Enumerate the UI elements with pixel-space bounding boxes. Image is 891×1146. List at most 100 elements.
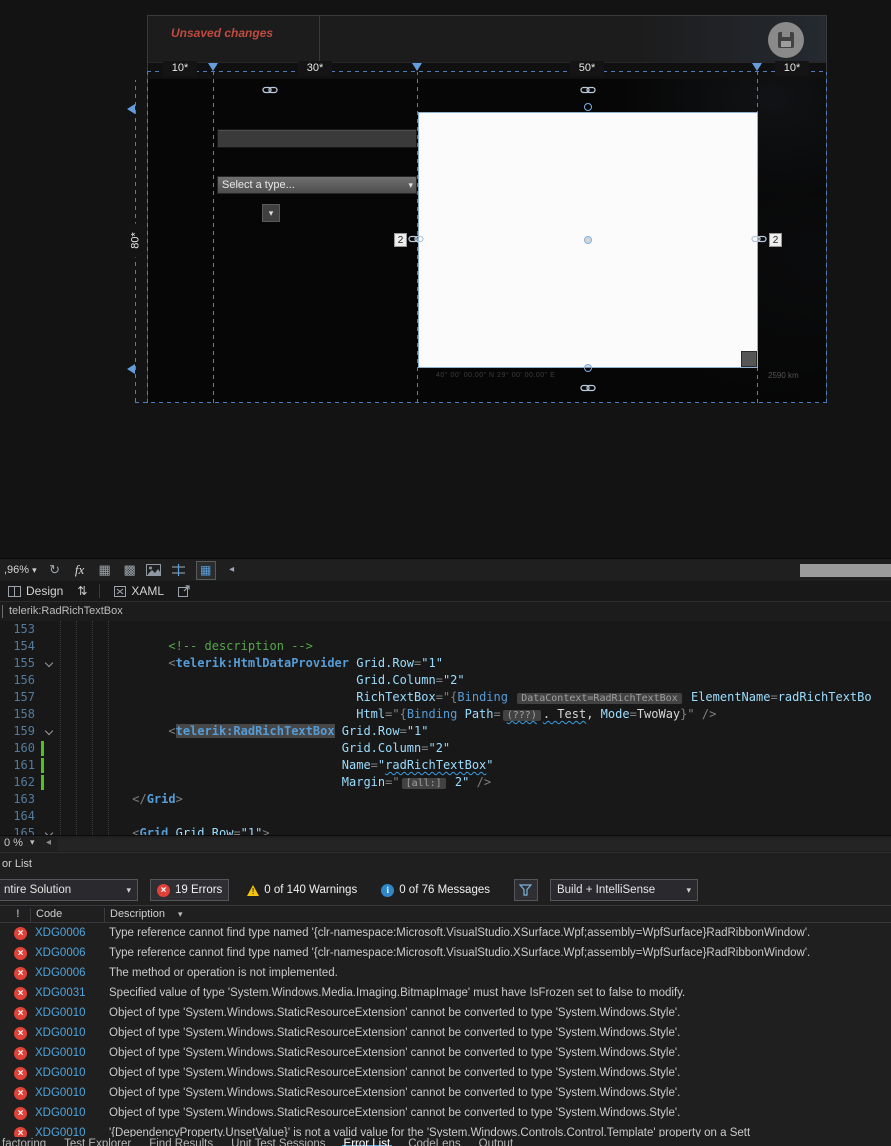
error-code[interactable]: XDG0010 <box>35 1047 97 1059</box>
panel-tab-output[interactable]: Output <box>477 1137 516 1146</box>
anchor-icon[interactable] <box>262 84 278 96</box>
filter-button[interactable] <box>513 879 538 901</box>
code-line[interactable]: 161 Name="radRichTextBox" <box>0 757 891 774</box>
code-line[interactable]: 156 Grid.Column="2" <box>0 672 891 689</box>
column-size-label[interactable]: 50* <box>570 61 604 76</box>
code-line[interactable]: 163 </Grid> <box>0 791 891 808</box>
chevron-down-icon[interactable]: ▾ <box>30 837 35 848</box>
effects-button[interactable]: fx <box>71 562 89 578</box>
resize-grip[interactable] <box>741 351 757 367</box>
error-row[interactable]: × XDG0010 '{DependencyProperty.UnsetValue}… <box>0 1123 891 1137</box>
code-text[interactable]: Grid.Column="2" <box>56 740 450 757</box>
error-row[interactable]: × XDG0010 Object of type 'System.Windows.S… <box>0 1103 891 1123</box>
code-line[interactable]: 157 RichTextBox="{Binding DataContext=Ra… <box>0 689 891 706</box>
code-text[interactable]: RichTextBox="{Binding DataContext=RadRic… <box>56 689 872 706</box>
snap-to-snaplines-button[interactable]: ▦ <box>195 560 216 580</box>
editor-zoom-value[interactable]: 0 % <box>4 837 23 849</box>
row-size-label[interactable]: 80* <box>128 223 144 258</box>
error-code[interactable]: XDG0010 <box>35 1107 97 1119</box>
snap-grid-icon[interactable]: ▩ <box>121 561 139 579</box>
panel-tab-factoring[interactable]: factoring <box>0 1137 48 1146</box>
code-text[interactable]: <Grid Grid.Row="1"> <box>56 825 269 835</box>
xaml-designer-canvas[interactable]: Unsaved changes 10* 30* 50* 10* 80* Sele… <box>0 0 891 558</box>
design-textbox[interactable] <box>217 129 417 148</box>
error-code[interactable]: XDG0031 <box>35 987 97 999</box>
code-text[interactable]: Grid.Column="2" <box>56 672 464 689</box>
tab-xaml[interactable]: XAML <box>106 581 172 601</box>
row-marker-icon[interactable] <box>127 364 135 374</box>
code-line[interactable]: 160 Grid.Column="2" <box>0 740 891 757</box>
panel-tab-find-results[interactable]: Find Results <box>147 1137 215 1146</box>
panel-tab-test-explorer[interactable]: Test Explorer <box>62 1137 133 1146</box>
breadcrumb-element[interactable]: telerik:RadRichTextBox <box>9 602 123 621</box>
code-line[interactable]: 164 <box>0 808 891 825</box>
margin-badge[interactable]: 2 <box>769 233 782 247</box>
code-line[interactable]: 165 <Grid Grid.Row="1"> <box>0 825 891 835</box>
save-button[interactable] <box>768 22 804 58</box>
artboard-background-icon[interactable] <box>145 564 164 576</box>
error-code[interactable]: XDG0006 <box>35 967 97 979</box>
show-grid-icon[interactable]: ▦ <box>96 561 114 579</box>
zoom-combo[interactable]: ,96% ▾ <box>2 562 39 578</box>
error-row[interactable]: × XDG0010 Object of type 'System.Windows.S… <box>0 1003 891 1023</box>
error-code[interactable]: XDG0010 <box>35 1027 97 1039</box>
resize-handle[interactable] <box>584 236 592 244</box>
refresh-icon[interactable]: ↻ <box>46 561 64 579</box>
code-text[interactable]: Name="radRichTextBox" <box>56 757 494 774</box>
error-code[interactable]: XDG0010 <box>35 1127 97 1137</box>
warnings-filter-button[interactable]: 0 of 140 Warnings <box>241 879 363 901</box>
element-breadcrumb[interactable]: telerik:RadRichTextBox <box>0 602 891 621</box>
code-text[interactable]: Margin=" [all:] 2" /> <box>56 774 491 791</box>
error-row[interactable]: × XDG0006 The method or operation is not i… <box>0 963 891 983</box>
code-text[interactable]: Html="{Binding Path= (???). Test, Mode=Tw… <box>56 706 716 723</box>
swap-panes-icon[interactable]: ⇅ <box>71 584 93 598</box>
code-text[interactable]: <!-- description --> <box>56 638 313 655</box>
code-line[interactable]: 155 <telerik:HtmlDataProvider Grid.Row="… <box>0 655 891 672</box>
resize-handle[interactable] <box>584 364 592 372</box>
anchor-icon[interactable] <box>408 233 424 245</box>
column-size-label[interactable]: 30* <box>298 61 332 76</box>
collapse-chevron-icon[interactable] <box>44 825 56 835</box>
tab-design[interactable]: Design <box>0 581 71 601</box>
error-row[interactable]: × XDG0010 Object of type 'System.Windows.S… <box>0 1043 891 1063</box>
severity-column-header[interactable]: ! <box>16 908 20 920</box>
code-text[interactable]: <telerik:HtmlDataProvider Grid.Row="1" <box>56 655 443 672</box>
panel-tab-unit-test-sessions[interactable]: Unit Test Sessions <box>229 1137 327 1146</box>
error-code[interactable]: XDG0010 <box>35 1007 97 1019</box>
column-marker-icon[interactable] <box>208 63 218 71</box>
column-size-label[interactable]: 10* <box>163 61 197 76</box>
resize-handle[interactable] <box>584 103 592 111</box>
error-row[interactable]: × XDG0010 Object of type 'System.Windows.S… <box>0 1063 891 1083</box>
error-row[interactable]: × XDG0010 Object of type 'System.Windows.S… <box>0 1083 891 1103</box>
margin-badge[interactable]: 2 <box>394 233 407 247</box>
column-size-label[interactable]: 10* <box>775 61 809 76</box>
design-dropdown-button[interactable]: ▾ <box>262 204 280 222</box>
messages-filter-button[interactable]: i 0 of 76 Messages <box>375 879 496 901</box>
column-separator[interactable] <box>104 908 105 922</box>
collapse-left-icon[interactable]: ◂ <box>223 561 241 579</box>
description-column-header[interactable]: Description <box>110 908 165 920</box>
row-marker-icon[interactable] <box>127 104 135 114</box>
column-marker-icon[interactable] <box>412 63 422 71</box>
code-line[interactable]: 153 <box>0 621 891 638</box>
code-line[interactable]: 159 <telerik:RadRichTextBox Grid.Row="1" <box>0 723 891 740</box>
error-code[interactable]: XDG0006 <box>35 927 97 939</box>
anchor-icon[interactable] <box>580 382 596 394</box>
scroll-left-icon[interactable]: ◂ <box>46 837 51 848</box>
code-line[interactable]: 158 Html="{Binding Path= (???). Test, Mod… <box>0 706 891 723</box>
scope-dropdown[interactable]: ntire Solution ▾ <box>0 879 138 901</box>
design-combobox[interactable]: Select a type... ▾ <box>217 176 417 194</box>
code-column-header[interactable]: Code <box>36 908 62 920</box>
errors-filter-button[interactable]: × 19 Errors <box>150 879 230 901</box>
collapse-chevron-icon[interactable] <box>44 655 56 672</box>
code-text[interactable]: <telerik:RadRichTextBox Grid.Row="1" <box>56 723 429 740</box>
xaml-code-editor[interactable]: 153 154 <!-- description --> 155 <telerik:… <box>0 621 891 835</box>
snaplines-icon[interactable] <box>171 564 189 576</box>
anchor-icon[interactable] <box>580 84 596 96</box>
error-code[interactable]: XDG0006 <box>35 947 97 959</box>
error-row[interactable]: × XDG0010 Object of type 'System.Windows.S… <box>0 1023 891 1043</box>
column-separator[interactable] <box>30 908 31 922</box>
panel-tab-codelens[interactable]: CodeLens <box>406 1137 462 1146</box>
column-marker-icon[interactable] <box>752 63 762 71</box>
error-code[interactable]: XDG0010 <box>35 1087 97 1099</box>
